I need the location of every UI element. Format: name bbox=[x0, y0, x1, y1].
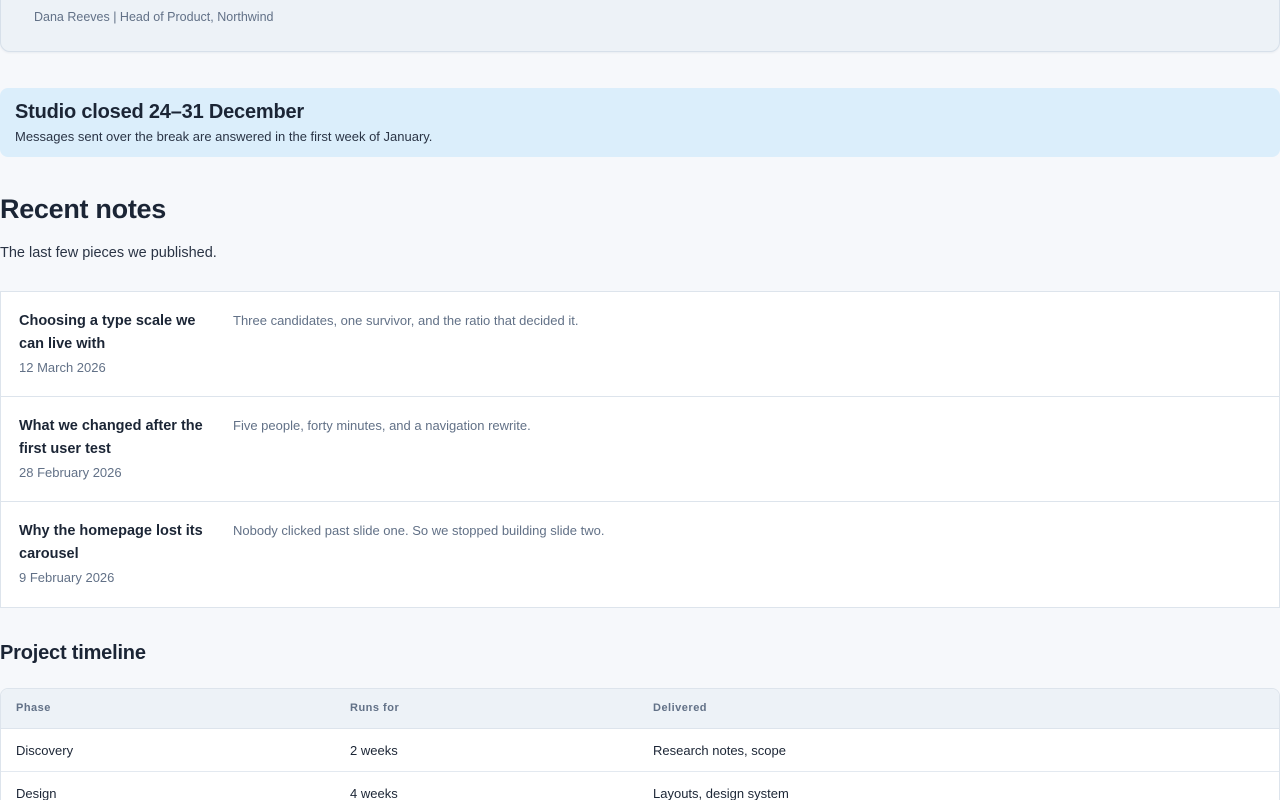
note-item[interactable]: Why the homepage lost its carousel 9 Feb… bbox=[1, 502, 1279, 607]
cell-delivered: Layouts, design system bbox=[653, 786, 789, 800]
note-item[interactable]: Choosing a type scale we can live with 1… bbox=[1, 292, 1279, 397]
testimonial-attribution: Dana Reeves | Head of Product, Northwind bbox=[34, 10, 274, 24]
note-date: 9 February 2026 bbox=[19, 570, 115, 585]
cell-duration: 4 weeks bbox=[350, 786, 398, 800]
note-title[interactable]: What we changed after the first user tes… bbox=[19, 415, 219, 460]
closure-notice: Studio closed 24–31 December Messages se… bbox=[0, 88, 1280, 157]
column-header-phase: Phase bbox=[16, 702, 51, 714]
note-date: 28 February 2026 bbox=[19, 465, 122, 480]
note-date: 12 March 2026 bbox=[19, 360, 106, 375]
cell-duration: 2 weeks bbox=[350, 743, 398, 758]
recent-notes-description: The last few pieces we published. bbox=[0, 245, 217, 261]
table-row: Discovery 2 weeks Research notes, scope bbox=[1, 729, 1279, 772]
recent-notes-heading: Recent notes bbox=[0, 194, 166, 224]
note-summary: Nobody clicked past slide one. So we sto… bbox=[233, 523, 605, 538]
table-row: Design 4 weeks Layouts, design system bbox=[1, 772, 1279, 800]
column-header-duration: Runs for bbox=[350, 702, 400, 714]
notes-list: Choosing a type scale we can live with 1… bbox=[0, 291, 1280, 608]
note-summary: Three candidates, one survivor, and the … bbox=[233, 313, 579, 328]
cell-phase: Discovery bbox=[16, 743, 74, 758]
cell-phase: Design bbox=[16, 786, 57, 800]
timeline-table: Phase Runs for Delivered Discovery 2 wee… bbox=[0, 688, 1280, 800]
testimonial-card: Dana Reeves | Head of Product, Northwind bbox=[0, 0, 1280, 52]
timeline-heading: Project timeline bbox=[0, 642, 146, 664]
notice-title: Studio closed 24–31 December bbox=[15, 101, 304, 123]
column-header-delivered: Delivered bbox=[653, 702, 708, 714]
note-summary: Five people, forty minutes, and a naviga… bbox=[233, 418, 531, 433]
notice-text: Messages sent over the break are answere… bbox=[15, 129, 433, 144]
note-item[interactable]: What we changed after the first user tes… bbox=[1, 397, 1279, 502]
table-header: Phase Runs for Delivered bbox=[1, 689, 1279, 729]
note-title[interactable]: Why the homepage lost its carousel bbox=[19, 520, 219, 565]
cell-delivered: Research notes, scope bbox=[653, 743, 786, 758]
note-title[interactable]: Choosing a type scale we can live with bbox=[19, 310, 219, 355]
